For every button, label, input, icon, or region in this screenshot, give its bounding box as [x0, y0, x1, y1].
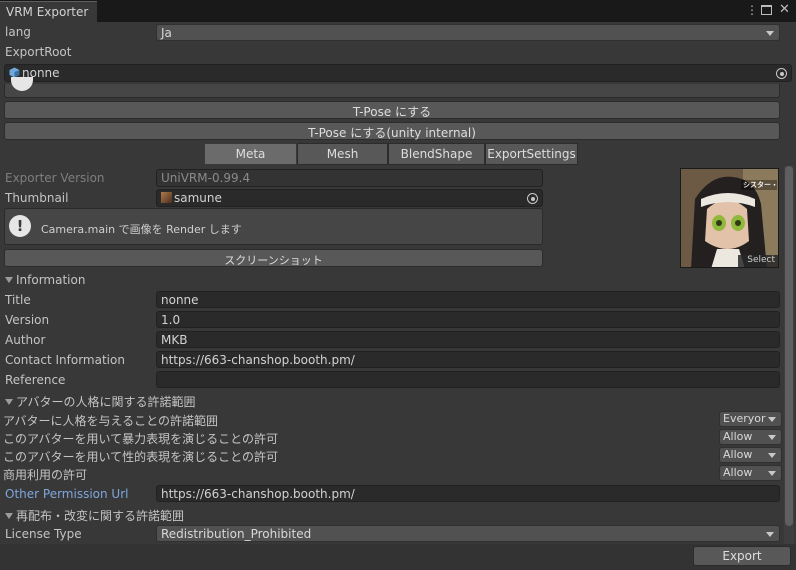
close-icon[interactable]: ✕ [779, 2, 790, 17]
foldout-arrow-icon [5, 277, 13, 283]
permission-label-commercial: 商用利用の許可 [3, 468, 88, 482]
thumbnail-select-label: Select [747, 255, 775, 265]
foldout-arrow-icon [5, 399, 13, 405]
information-foldout[interactable]: Information [5, 273, 85, 287]
thumbnail-label: Thumbnail [5, 191, 69, 205]
scrollbar-track[interactable] [784, 166, 794, 546]
tab-meta[interactable]: Meta [204, 143, 297, 165]
commercial-value: Allow [723, 466, 753, 479]
other-permission-url-field[interactable]: https://663-chanshop.booth.pm/ [156, 485, 780, 502]
personality-dropdown[interactable]: Everyor [719, 411, 782, 427]
license-type-label: License Type [5, 527, 82, 541]
help-message: Camera.main で画像を Render します [41, 223, 242, 236]
export-root-field[interactable]: nonne [4, 64, 792, 82]
other-permission-url-label: Other Permission Url [5, 487, 129, 501]
object-picker-icon[interactable] [527, 193, 538, 204]
author-field[interactable]: MKB [156, 331, 780, 348]
tab-mesh[interactable]: Mesh [297, 143, 388, 165]
object-picker-icon[interactable] [776, 68, 787, 79]
scrollbar-thumb[interactable] [785, 166, 793, 526]
maximize-icon[interactable] [761, 5, 772, 15]
permission-foldout[interactable]: アバターの人格に関する許諾範囲 [5, 393, 196, 410]
version-field[interactable]: 1.0 [156, 311, 780, 328]
foldout-arrow-icon [5, 513, 13, 519]
window-titlebar: VRM Exporter ⋮ ✕ [0, 0, 796, 22]
author-label: Author [5, 333, 46, 347]
redistribution-header: 再配布・改変に関する許諾範囲 [16, 509, 185, 523]
thumbnail-select-badge[interactable]: Select [738, 255, 778, 267]
texture-icon [161, 192, 172, 203]
commercial-dropdown[interactable]: Allow [719, 465, 782, 481]
chevron-down-icon [766, 532, 774, 537]
information-header: Information [16, 273, 86, 287]
permission-label-sexual: このアバターを用いて性的表現を演じることの許可 [3, 450, 279, 464]
tab-blendshape[interactable]: BlendShape [388, 143, 485, 165]
camera-help-box: ! Camera.main で画像を Render します [4, 208, 543, 245]
reference-field[interactable] [156, 371, 780, 388]
version-label: Version [5, 313, 50, 327]
chevron-down-icon [766, 31, 774, 36]
thumbnail-field[interactable]: samune [156, 189, 543, 207]
thumbnail-value: samune [174, 191, 222, 205]
license-type-dropdown[interactable]: Redistribution_Prohibited [156, 525, 780, 542]
tab-vrm-exporter[interactable]: VRM Exporter [0, 1, 97, 22]
export-button[interactable]: Export [693, 546, 791, 566]
thumbnail-preview[interactable]: シスター・ノンネ Select [680, 168, 779, 268]
chevron-down-icon [768, 435, 776, 440]
sexual-value: Allow [723, 448, 753, 461]
screenshot-button[interactable]: スクリーンショット [4, 249, 543, 267]
chevron-down-icon [768, 471, 776, 476]
lang-dropdown[interactable]: Ja [156, 24, 780, 41]
exporter-version-label: Exporter Version [5, 171, 105, 185]
footer-bar [0, 544, 796, 570]
tpose-internal-button[interactable]: T-Pose にする(unity internal) [4, 122, 780, 140]
contact-information-field[interactable]: https://663-chanshop.booth.pm/ [156, 351, 780, 368]
reference-label: Reference [5, 373, 66, 387]
thumbnail-overlay-text: シスター・ノンネ [743, 181, 778, 189]
export-root-label: ExportRoot [5, 45, 72, 59]
lang-value: Ja [161, 26, 172, 40]
lang-label: lang [5, 25, 31, 39]
sexual-dropdown[interactable]: Allow [719, 447, 782, 463]
warning-icon [11, 77, 33, 91]
title-label: Title [5, 293, 31, 307]
permission-label-violence: このアバターを用いて暴力表現を演じることの許可 [3, 432, 279, 446]
tab-exportsettings[interactable]: ExportSettings [485, 143, 578, 165]
title-field[interactable]: nonne [156, 291, 780, 308]
chevron-down-icon [768, 453, 776, 458]
license-type-value: Redistribution_Prohibited [161, 527, 312, 541]
info-icon: ! [9, 215, 31, 237]
personality-value: Everyor [723, 412, 766, 425]
exporter-version-field: UniVRM-0.99.4 [156, 169, 543, 187]
violence-dropdown[interactable]: Allow [719, 429, 782, 445]
permission-label-personality: アバターに人格を与えることの許諾範囲 [3, 414, 219, 428]
scrolled-help-box [4, 77, 780, 98]
tpose-button[interactable]: T-Pose にする [4, 101, 780, 119]
chevron-down-icon [768, 417, 776, 422]
permission-header: アバターの人格に関する許諾範囲 [16, 395, 196, 409]
contact-information-label: Contact Information [5, 353, 125, 367]
redistribution-foldout[interactable]: 再配布・改変に関する許諾範囲 [5, 507, 184, 524]
kebab-menu-icon[interactable]: ⋮ [746, 3, 758, 17]
violence-value: Allow [723, 430, 753, 443]
